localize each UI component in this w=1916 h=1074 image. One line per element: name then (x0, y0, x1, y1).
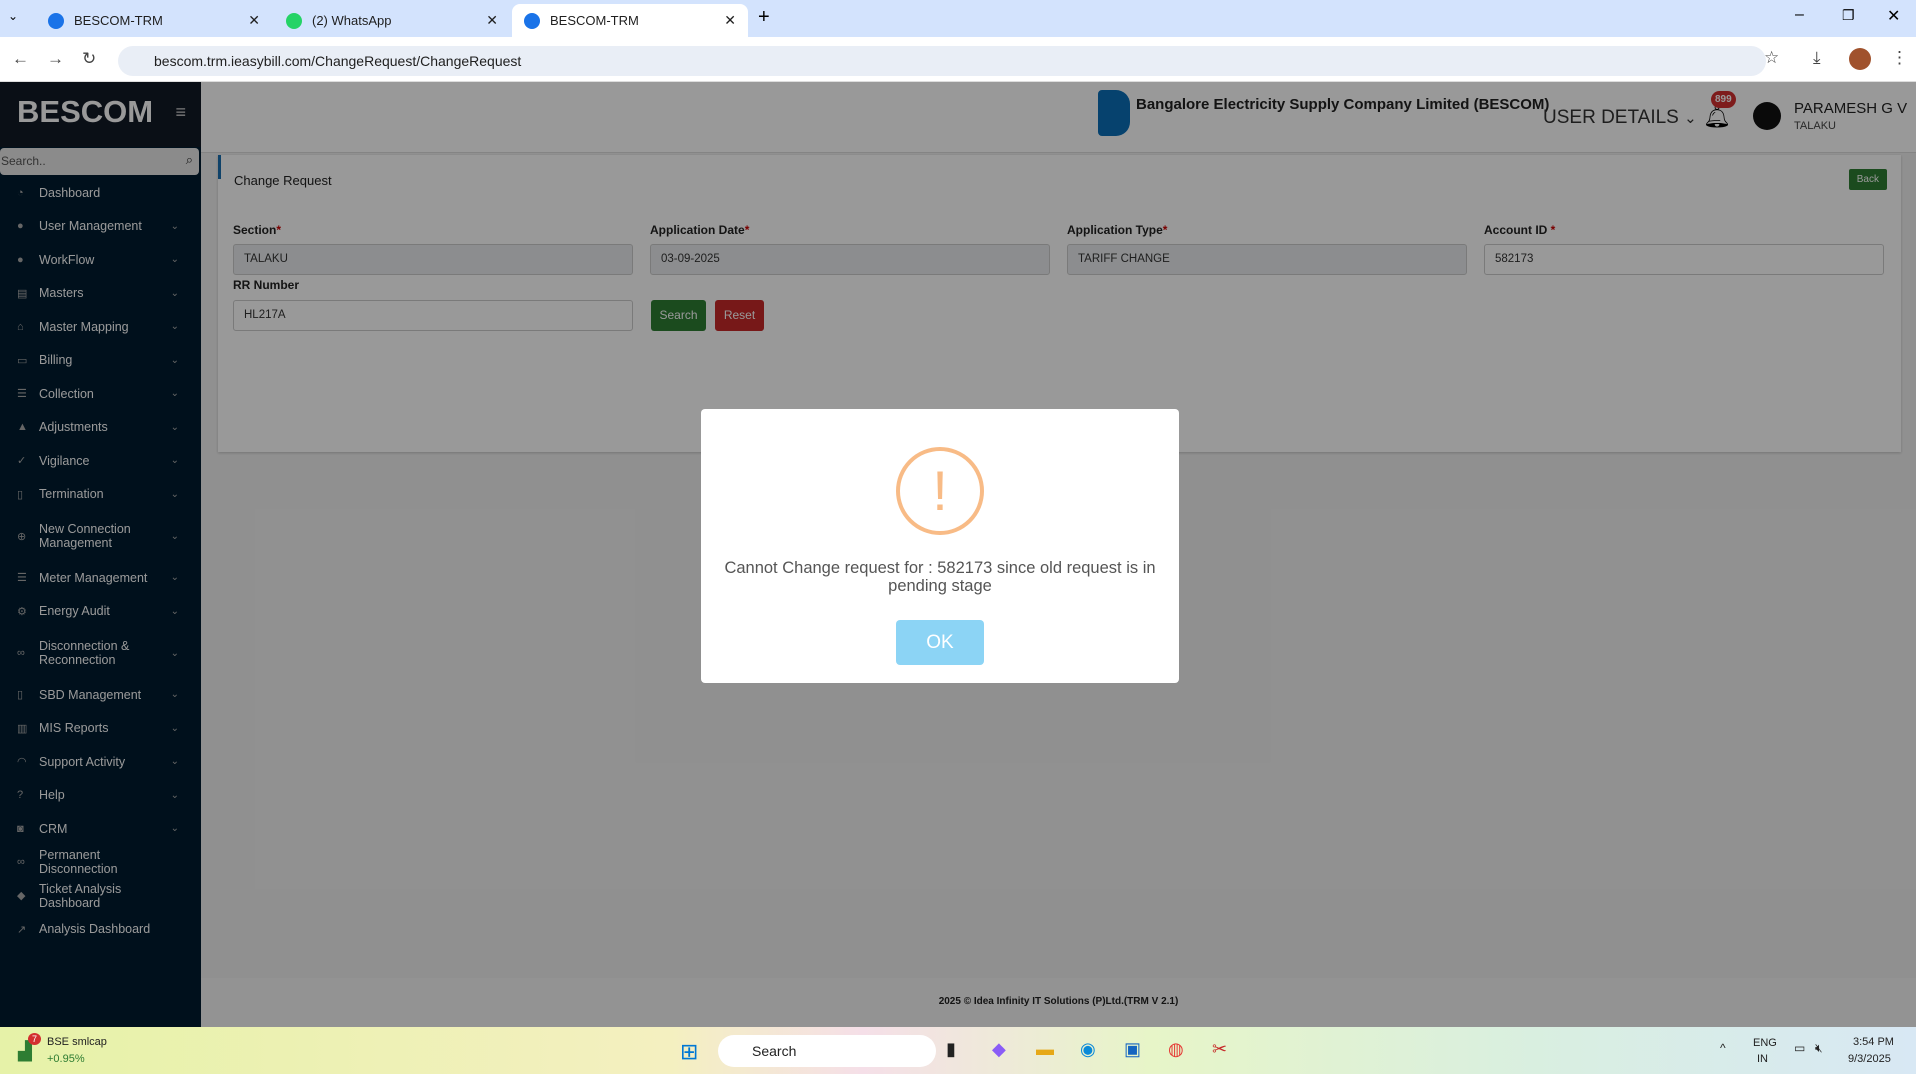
copilot-icon[interactable]: ◆ (992, 1039, 1006, 1060)
clock-time[interactable]: 3:54 PM (1853, 1036, 1894, 1048)
forward-icon[interactable]: → (47, 49, 64, 69)
tab-list-icon[interactable]: ⌄ (8, 9, 18, 23)
whatsapp-favicon-icon (286, 12, 302, 29)
address-bar-row: ← → ↻ bescom.trm.ieasybill.com/ChangeReq… (0, 37, 1916, 82)
tray-chevron-icon[interactable]: ^ (1720, 1041, 1726, 1055)
tab-bescom-1[interactable]: BESCOM-TRM ✕ (36, 4, 272, 37)
task-view-icon[interactable]: ▮ (946, 1039, 956, 1060)
taskbar-search[interactable]: Search (718, 1035, 936, 1067)
region: IN (1757, 1053, 1768, 1065)
menu-kebab-icon[interactable]: ⋮ (1891, 48, 1908, 68)
chrome-icon[interactable]: ◍ (1168, 1039, 1184, 1060)
windows-taskbar: ▟ 7 BSE smlcap +0.95% ⊞ Search ▮ ◆ ▬ ◉ ▣… (0, 1027, 1916, 1074)
close-tab-icon[interactable]: ✕ (724, 12, 736, 29)
file-explorer-icon[interactable]: ▬ (1036, 1039, 1054, 1060)
tab-bescom-active[interactable]: BESCOM-TRM ✕ (512, 4, 748, 37)
reload-icon[interactable]: ↻ (82, 49, 96, 69)
url-text: bescom.trm.ieasybill.com/ChangeRequest/C… (154, 53, 522, 69)
alert-message: Cannot Change request for : 582173 since… (724, 559, 1156, 595)
close-tab-icon[interactable]: ✕ (486, 12, 498, 29)
network-icon[interactable]: ▭ (1794, 1041, 1805, 1055)
bescom-favicon-icon (48, 12, 64, 29)
language[interactable]: ENG (1753, 1037, 1777, 1049)
store-icon[interactable]: ▣ (1124, 1039, 1141, 1060)
close-tab-icon[interactable]: ✕ (248, 12, 260, 29)
new-tab-icon[interactable]: + (758, 6, 770, 29)
snipping-tool-icon[interactable]: ✂ (1212, 1039, 1227, 1060)
profile-avatar[interactable] (1849, 48, 1871, 70)
download-icon[interactable]: ⤓ (1813, 48, 1821, 68)
volume-muted-icon[interactable]: 🔇︎ (1815, 1041, 1823, 1056)
stock-change: +0.95% (47, 1053, 85, 1065)
windows-start-icon[interactable]: ⊞ (680, 1039, 698, 1065)
edge-icon[interactable]: ◉ (1080, 1039, 1096, 1060)
restore-icon[interactable]: ❐ (1842, 7, 1855, 24)
browser-tab-bar: ⌄ BESCOM-TRM ✕ (2) WhatsApp ✕ BESCOM-TRM ✕ … (0, 0, 1916, 37)
close-window-icon[interactable]: ✕ (1887, 6, 1900, 26)
minimize-icon[interactable]: – (1795, 6, 1804, 24)
alert-dialog: ! Cannot Change request for : 582173 sin… (701, 409, 1179, 683)
stock-chart-icon[interactable]: ▟ (18, 1041, 32, 1062)
bescom-favicon-icon (524, 12, 540, 29)
tab-title: BESCOM-TRM (74, 13, 163, 28)
ok-button[interactable]: OK (896, 620, 984, 665)
tab-title: (2) WhatsApp (312, 13, 392, 28)
stock-name[interactable]: BSE smlcap (47, 1036, 107, 1048)
tab-whatsapp[interactable]: (2) WhatsApp ✕ (274, 4, 510, 37)
url-input[interactable]: bescom.trm.ieasybill.com/ChangeRequest/C… (118, 46, 1766, 76)
clock-date: 9/3/2025 (1848, 1053, 1891, 1065)
tab-title: BESCOM-TRM (550, 13, 639, 28)
stock-badge: 7 (28, 1033, 42, 1045)
warning-icon: ! (896, 447, 984, 535)
bookmark-star-icon[interactable]: ☆ (1764, 48, 1779, 68)
taskbar-search-label: Search (752, 1043, 797, 1059)
back-icon[interactable]: ← (12, 49, 29, 69)
